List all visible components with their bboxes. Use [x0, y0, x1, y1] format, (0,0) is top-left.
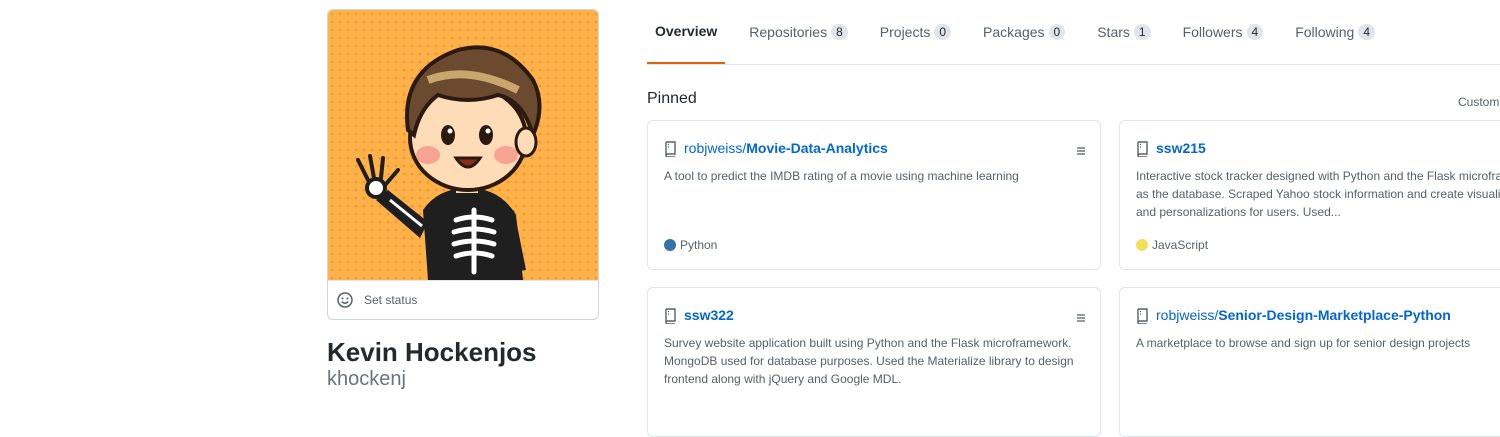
pinned-repo-card: robjweiss/Movie-Data-Analytics A tool to… [647, 120, 1101, 270]
tab-counter: 4 [1246, 24, 1264, 40]
tab-label: Stars [1097, 24, 1130, 40]
repo-icon [1136, 308, 1148, 325]
repo-name: ssw215 [1156, 140, 1206, 156]
tab-label: Overview [655, 23, 718, 39]
tab-following[interactable]: Following 4 [1287, 0, 1383, 64]
avatar-card: Set status [327, 9, 599, 320]
tab-counter: 8 [831, 24, 848, 40]
repo-link[interactable]: ssw215 [1156, 140, 1206, 156]
repo-link[interactable]: ssw322 [684, 307, 734, 323]
repo-language: JavaScript [1136, 238, 1208, 252]
language-color-dot [1136, 239, 1148, 251]
language-label: Python [680, 238, 718, 252]
language-color-dot [664, 239, 676, 251]
set-status-button[interactable]: Set status [328, 280, 598, 319]
repo-language: Python [664, 238, 717, 252]
tab-label: Following [1295, 24, 1355, 40]
repo-owner: robjweiss/ [684, 140, 747, 156]
repo-description: A tool to predict the IMDB rating of a m… [664, 169, 1019, 183]
tab-overview[interactable]: Overview [647, 0, 726, 64]
tab-label: Followers [1182, 24, 1243, 40]
repo-link[interactable]: robjweiss/Senior-Design-Marketplace-Pyth… [1156, 307, 1451, 323]
pinned-repo-card: ssw215 Interactive stock tracker designe… [1119, 120, 1500, 270]
grabber-icon[interactable] [1076, 310, 1086, 322]
repo-name: ssw322 [684, 307, 734, 323]
repo-owner: robjweiss/ [1156, 307, 1219, 323]
tab-packages[interactable]: Packages 0 [975, 0, 1073, 64]
smiley-icon [337, 292, 353, 308]
tab-counter: 0 [934, 24, 952, 40]
repo-description: Interactive stock tracker designed with … [1136, 169, 1500, 219]
language-label: JavaScript [1152, 238, 1209, 252]
tab-counter: 4 [1358, 24, 1376, 40]
tab-counter: 0 [1048, 24, 1066, 40]
tab-label: Packages [983, 24, 1045, 40]
tab-stars[interactable]: Stars 1 [1089, 0, 1158, 64]
tab-projects[interactable]: Projects 0 [872, 0, 959, 64]
repo-name: Senior-Design-Marketplace-Python [1218, 307, 1451, 323]
set-status-label: Set status [364, 293, 418, 307]
repo-icon [1136, 141, 1148, 158]
tab-label: Repositories [749, 24, 828, 40]
pinned-repo-card: ssw322 Survey website application built … [647, 287, 1101, 437]
pinned-title: Pinned [647, 90, 697, 107]
tab-label: Projects [879, 24, 931, 40]
repo-link[interactable]: robjweiss/Movie-Data-Analytics [684, 140, 888, 156]
profile-name: Kevin Hockenjos [327, 337, 537, 367]
repo-description: A marketplace to browse and sign up for … [1136, 336, 1471, 350]
tab-repositories[interactable]: Repositories 8 [741, 0, 856, 64]
repo-description: Survey website application built using P… [664, 336, 1074, 386]
repo-icon [664, 141, 676, 158]
tab-counter: 1 [1133, 24, 1151, 40]
grabber-icon[interactable] [1076, 143, 1086, 155]
tab-followers[interactable]: Followers 4 [1175, 0, 1272, 64]
repo-icon [664, 308, 676, 325]
profile-tabs: Overview Repositories 8 Projects 0 Packa… [647, 0, 1500, 65]
pinned-repo-card: robjweiss/Senior-Design-Marketplace-Pyth… [1119, 287, 1500, 437]
profile-login: khockenj [327, 368, 406, 390]
avatar[interactable] [328, 10, 598, 280]
repo-name: Movie-Data-Analytics [746, 140, 888, 156]
customize-pins-link[interactable]: Custom [1458, 95, 1499, 109]
